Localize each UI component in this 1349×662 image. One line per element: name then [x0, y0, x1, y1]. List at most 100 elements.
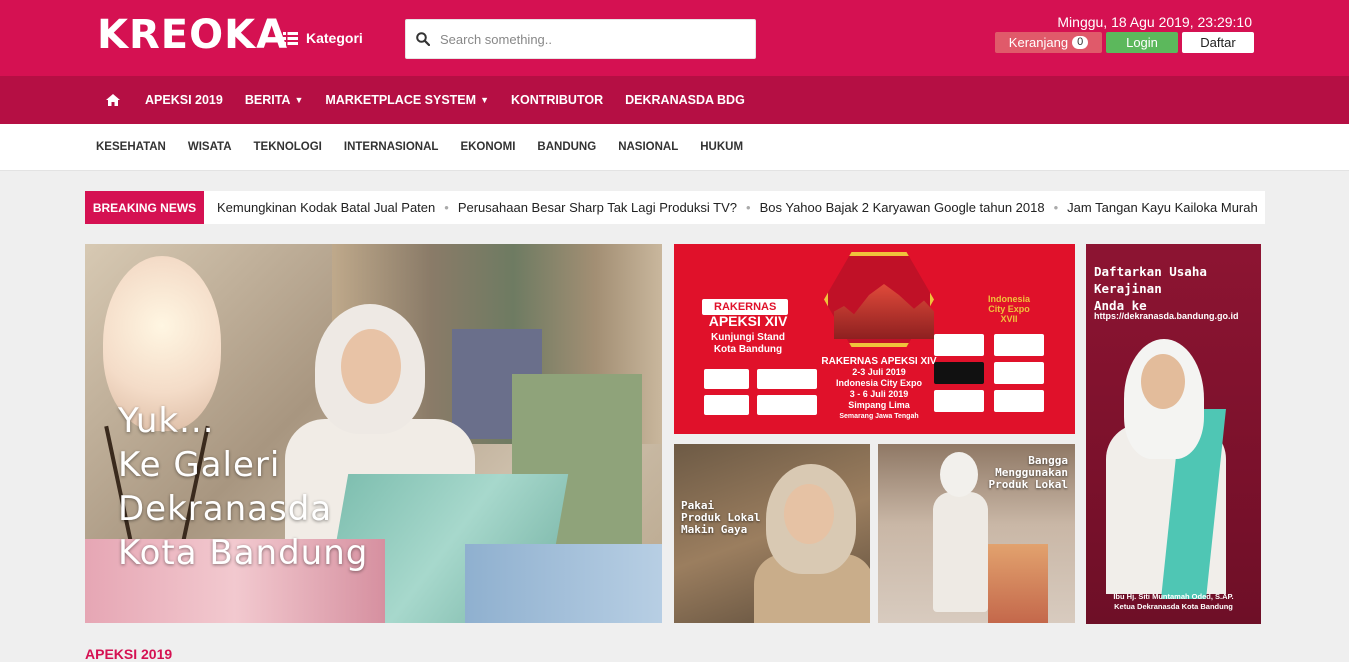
news-ticker: Kemungkinan Kodak Batal Jual Paten • Per…: [204, 200, 1258, 215]
event-info: RAKERNAS APEKSI XIV 2-3 Juli 2019 Indone…: [809, 356, 949, 422]
register-button[interactable]: Daftar: [1182, 32, 1254, 53]
event-line: Simpang Lima: [848, 400, 910, 410]
cart-label: Keranjang: [1008, 35, 1069, 50]
category-ekonomi[interactable]: EKONOMI: [449, 141, 526, 153]
bangga-produk-lokal-card[interactable]: Bangga Menggunakan Produk Lokal: [878, 444, 1075, 623]
subtitle-line: Kota Bandung: [713, 344, 783, 355]
batik-fabric: [465, 544, 662, 623]
category-wisata[interactable]: WISATA: [177, 141, 243, 153]
banner-url: https://dekranasda.bandung.go.id: [1094, 311, 1239, 321]
bag-image: [988, 544, 1048, 623]
person-face: [341, 329, 401, 404]
nav-label: KONTRIBUTOR: [510, 93, 604, 107]
nav-home[interactable]: [95, 94, 134, 106]
sponsor-logo: [934, 334, 984, 356]
category-bandung[interactable]: BANDUNG: [526, 141, 607, 153]
ticker-item[interactable]: Perusahaan Besar Sharp Tak Lagi Produksi…: [458, 200, 737, 215]
bullet-separator: •: [746, 200, 751, 215]
breaking-news-bar: BREAKING NEWS Kemungkinan Kodak Batal Ju…: [85, 191, 1265, 224]
category-teknologi[interactable]: TEKNOLOGI: [243, 141, 333, 153]
caret-down-icon: ▼: [480, 95, 489, 105]
name-line: Ketua Dekranasda Kota Bandung: [1114, 602, 1233, 611]
expo-line: City Expo: [988, 304, 1030, 314]
apeksi-banner-card[interactable]: RAKERNAS APEKSI XIV Kunjungi Stand Kota …: [674, 244, 1075, 434]
person-body: [933, 492, 988, 612]
category-nasional[interactable]: NASIONAL: [607, 141, 689, 153]
top-header: KREOKA Kategori Minggu, 18 Agu 2019, 23:…: [0, 0, 1349, 76]
nav-label: APEKSI 2019: [145, 93, 223, 107]
bullet-separator: •: [1053, 200, 1059, 215]
ticker-item[interactable]: Bos Yahoo Bajak 2 Karyawan Google tahun …: [760, 200, 1045, 215]
event-line: Indonesia City Expo: [835, 378, 922, 388]
city-expo-badge: Indonesia City Expo XVII: [964, 294, 1054, 324]
sponsor-logos: [934, 334, 1044, 412]
section-title[interactable]: APEKSI 2019: [85, 646, 172, 662]
hero-line: Dekranasda: [118, 489, 333, 529]
event-title: RAKERNAS APEKSI XIV: [821, 356, 937, 367]
name-line: Ibu Hj. Siti Muntamah Oded, S.AP.: [1113, 592, 1234, 601]
produk-lokal-card[interactable]: Pakai Produk Lokal Makin Gaya: [674, 444, 870, 623]
breaking-news-label: BREAKING NEWS: [85, 191, 204, 224]
event-line: 3 - 6 Juli 2019: [849, 389, 909, 399]
category-internasional[interactable]: INTERNASIONAL: [333, 141, 450, 153]
featured-hero-card[interactable]: Yuk... Ke Galeri Dekranasda Kota Bandung: [85, 244, 662, 623]
banner-headline: Daftarkan Usaha Kerajinan Anda ke: [1094, 263, 1207, 314]
sponsor-logo: [704, 369, 749, 389]
category-nav: KESEHATAN WISATA TEKNOLOGI INTERNASIONAL…: [0, 124, 1349, 171]
headline-line: Daftarkan Usaha: [1094, 264, 1207, 279]
list-icon: [283, 31, 298, 45]
subtitle-line: Kunjungi Stand: [711, 332, 785, 343]
search-icon[interactable]: [406, 19, 440, 59]
nav-dekranasda-bdg[interactable]: DEKRANASDA BDG: [614, 93, 756, 107]
current-datetime: Minggu, 18 Agu 2019, 23:29:10: [1057, 14, 1252, 30]
sponsor-logo: [994, 390, 1044, 412]
nav-label: BERITA: [244, 93, 291, 107]
category-kesehatan[interactable]: KESEHATAN: [85, 141, 177, 153]
ticker-item[interactable]: Kemungkinan Kodak Batal Jual Paten: [217, 200, 435, 215]
sponsor-logo: [704, 395, 749, 415]
hero-line: Ke Galeri: [118, 445, 281, 485]
card-caption: Pakai Produk Lokal Makin Gaya: [681, 500, 760, 536]
search-box: [405, 19, 756, 59]
caption-line: Produk Lokal: [988, 478, 1068, 491]
sponsor-logo: [994, 334, 1044, 356]
daftar-usaha-banner[interactable]: Daftarkan Usaha Kerajinan Anda ke https:…: [1086, 244, 1261, 624]
site-logo[interactable]: KREOKA: [97, 11, 288, 59]
nav-berita[interactable]: BERITA ▼: [234, 93, 315, 107]
hero-line: Kota Bandung: [118, 533, 369, 573]
home-icon: [106, 94, 120, 106]
card-caption: Bangga Menggunakan Produk Lokal: [989, 455, 1068, 491]
sponsor-logos: [704, 369, 817, 415]
event-line: Semarang Jawa Tengah: [839, 413, 919, 420]
nav-label: DEKRANASDA BDG: [625, 93, 745, 107]
cart-button[interactable]: Keranjang 0: [995, 32, 1102, 53]
sponsor-logo: [934, 390, 984, 412]
caret-down-icon: ▼: [294, 95, 304, 105]
nav-apeksi-2019[interactable]: APEKSI 2019: [134, 93, 234, 107]
search-input[interactable]: [440, 31, 740, 47]
kategori-button[interactable]: Kategori: [283, 30, 363, 46]
apeksi-title: APEKSI XIV: [708, 313, 788, 329]
category-hukum[interactable]: HUKUM: [689, 141, 754, 153]
expo-line: Indonesia: [987, 294, 1030, 304]
person-face: [1141, 354, 1185, 409]
nav-kontributor[interactable]: KONTRIBUTOR: [500, 93, 614, 107]
nav-marketplace-system[interactable]: MARKETPLACE SYSTEM ▼: [314, 93, 500, 107]
event-line: 2-3 Juli 2019: [852, 367, 906, 377]
ticker-item[interactable]: Jam Tangan Kayu Kailoka Murah: [1067, 200, 1258, 215]
apeksi-subtitle: Kunjungi Stand Kota Bandung: [694, 332, 802, 356]
cart-count-badge: 0: [1072, 36, 1089, 49]
header-actions: Keranjang 0 Login Daftar: [995, 32, 1254, 53]
hero-line: Yuk...: [118, 401, 215, 441]
login-button[interactable]: Login: [1106, 32, 1178, 53]
sponsor-logo: [757, 369, 817, 389]
headline-line: Kerajinan: [1094, 281, 1162, 296]
bullet-separator: •: [444, 200, 449, 215]
sponsor-logo: [757, 395, 817, 415]
person-name: Ibu Hj. Siti Muntamah Oded, S.AP. Ketua …: [1086, 592, 1261, 612]
sponsor-logo: [994, 362, 1044, 384]
caption-line: Makin Gaya: [681, 523, 748, 536]
kategori-label: Kategori: [306, 30, 363, 46]
nav-label: MARKETPLACE SYSTEM: [325, 93, 477, 107]
expo-line: XVII: [1000, 314, 1018, 324]
